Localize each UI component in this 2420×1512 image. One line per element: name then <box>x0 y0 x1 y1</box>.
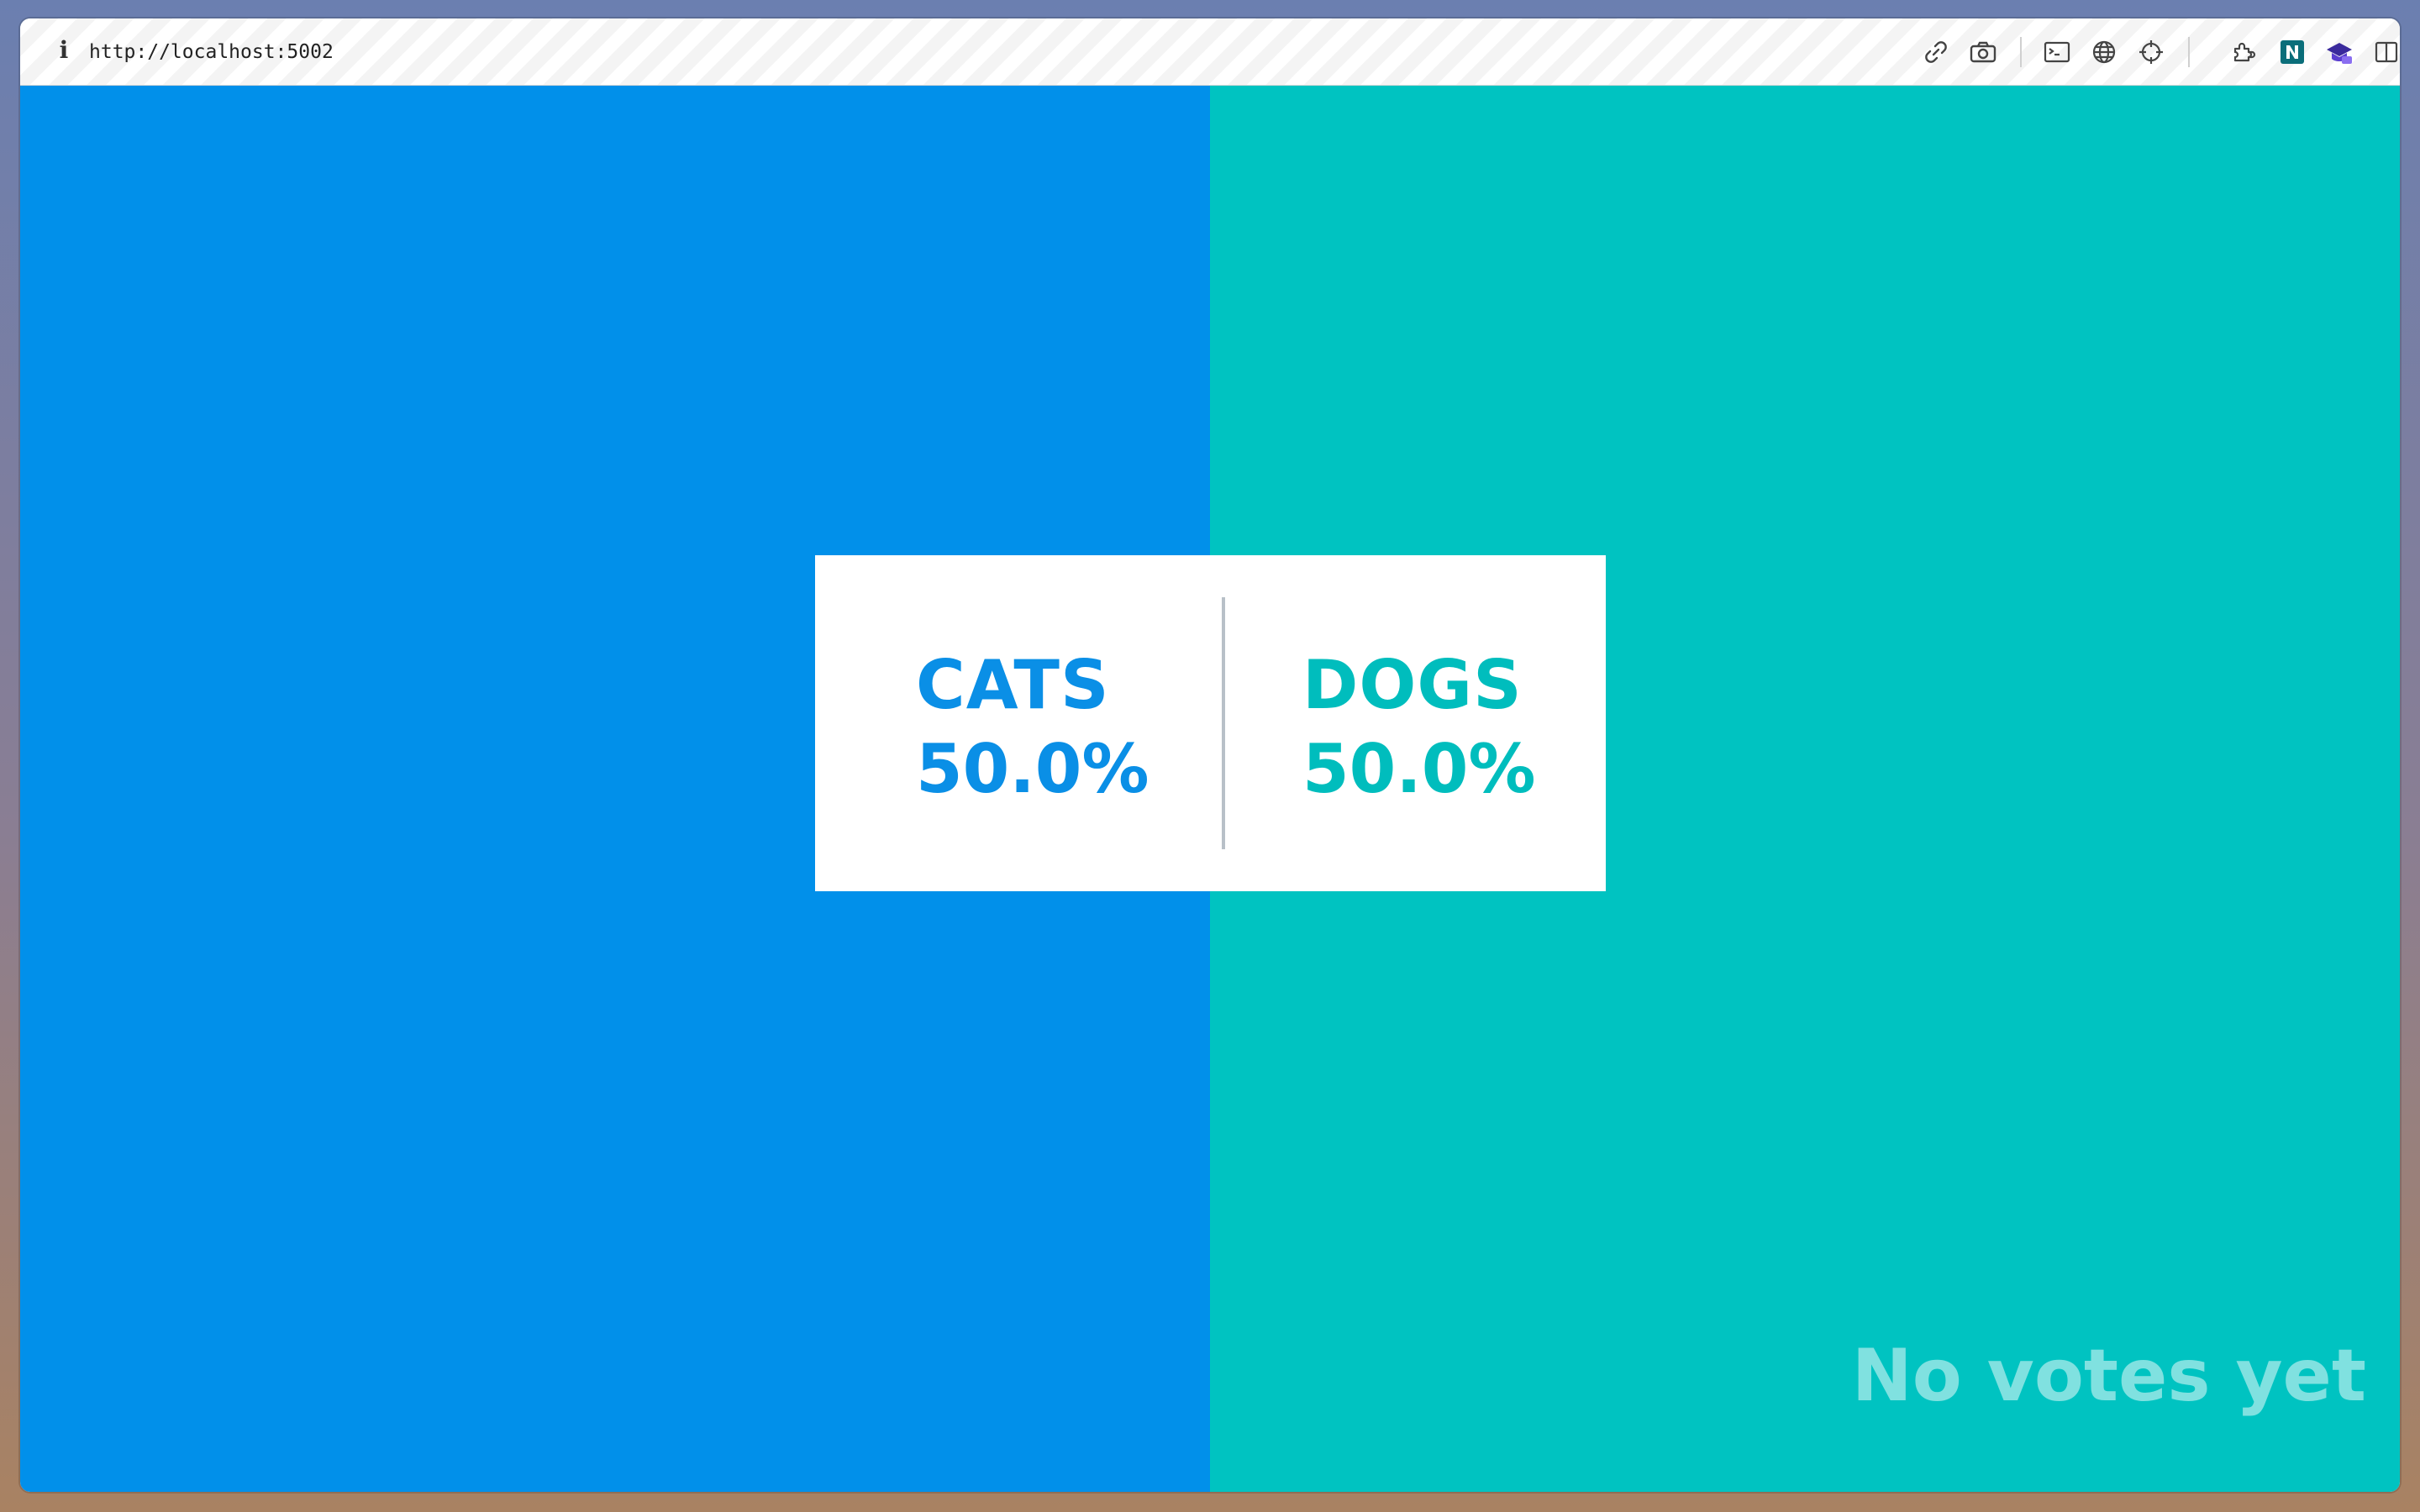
toolbar-separator <box>2020 37 2022 67</box>
results-divider <box>1222 597 1225 849</box>
camera-icon[interactable] <box>1966 35 2000 69</box>
dogs-label: DOGS <box>1302 646 1523 724</box>
page-content: CATS 50.0% DOGS 50.0% No votes yet <box>20 86 2400 1492</box>
n-extension-icon[interactable] <box>2275 35 2309 69</box>
sidebar-toggle-icon[interactable] <box>2370 35 2400 69</box>
cats-label: CATS <box>916 646 1110 724</box>
info-icon[interactable]: i <box>49 34 79 67</box>
dogs-percent: 50.0% <box>1302 730 1536 808</box>
vote-status: No votes yet <box>1851 1334 2366 1418</box>
browser-window: i http://localhost:5002 CATS 50.0% DOGS … <box>20 18 2400 1492</box>
terminal-icon[interactable] <box>2040 35 2074 69</box>
link-icon[interactable] <box>1919 35 1953 69</box>
toolbar-separator <box>2188 37 2190 67</box>
dogs-result: DOGS 50.0% <box>1302 643 1536 811</box>
graduation-cap-icon[interactable] <box>2323 35 2356 69</box>
globe-icon[interactable] <box>2087 35 2121 69</box>
cats-result: CATS 50.0% <box>916 643 1150 811</box>
extensions-icon[interactable] <box>2228 35 2262 69</box>
address-bar[interactable]: http://localhost:5002 <box>89 35 334 69</box>
browser-toolbar: i http://localhost:5002 <box>20 18 2400 86</box>
results-card: CATS 50.0% DOGS 50.0% <box>815 555 1606 891</box>
cats-percent: 50.0% <box>916 730 1150 808</box>
crosshair-icon[interactable] <box>2134 35 2168 69</box>
